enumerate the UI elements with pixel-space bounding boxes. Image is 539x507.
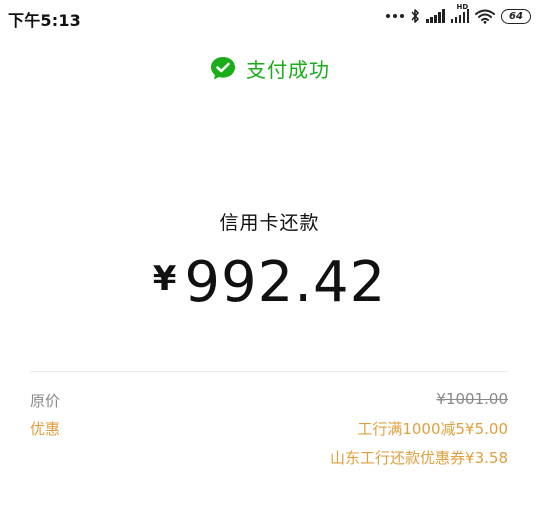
- more-dots-icon: [386, 14, 404, 18]
- battery-icon: 64: [501, 8, 531, 24]
- status-bar: 下午5:13 HD 64: [0, 0, 539, 34]
- discount-label: 优惠: [30, 420, 61, 438]
- battery-level: 64: [509, 10, 523, 22]
- divider: [30, 371, 508, 372]
- payment-amount: ¥ 992.42: [0, 250, 539, 315]
- wifi-icon: [475, 9, 495, 24]
- payment-status-text: 支付成功: [246, 58, 330, 82]
- status-icons: HD 64: [386, 3, 531, 26]
- currency-symbol: ¥: [152, 258, 177, 299]
- hd-label: HD: [456, 3, 469, 11]
- wechat-pay-check-icon: [211, 56, 235, 79]
- merchant-name: 信用卡还款: [219, 212, 320, 234]
- discount-item: 工行满1000减5¥5.00: [357, 420, 508, 438]
- discount-item: 山东工行还款优惠券¥3.58: [330, 449, 508, 467]
- signal-hd-icon: HD: [450, 3, 469, 23]
- original-price-value: ¥1001.00: [436, 390, 508, 408]
- amount-value: 992.42: [184, 250, 387, 315]
- bluetooth-icon: [411, 9, 419, 23]
- original-price-label: 原价: [30, 392, 61, 410]
- status-time: 下午5:13: [8, 11, 81, 30]
- signal-icon: [426, 9, 445, 23]
- payment-success-header: 支付成功: [0, 54, 539, 83]
